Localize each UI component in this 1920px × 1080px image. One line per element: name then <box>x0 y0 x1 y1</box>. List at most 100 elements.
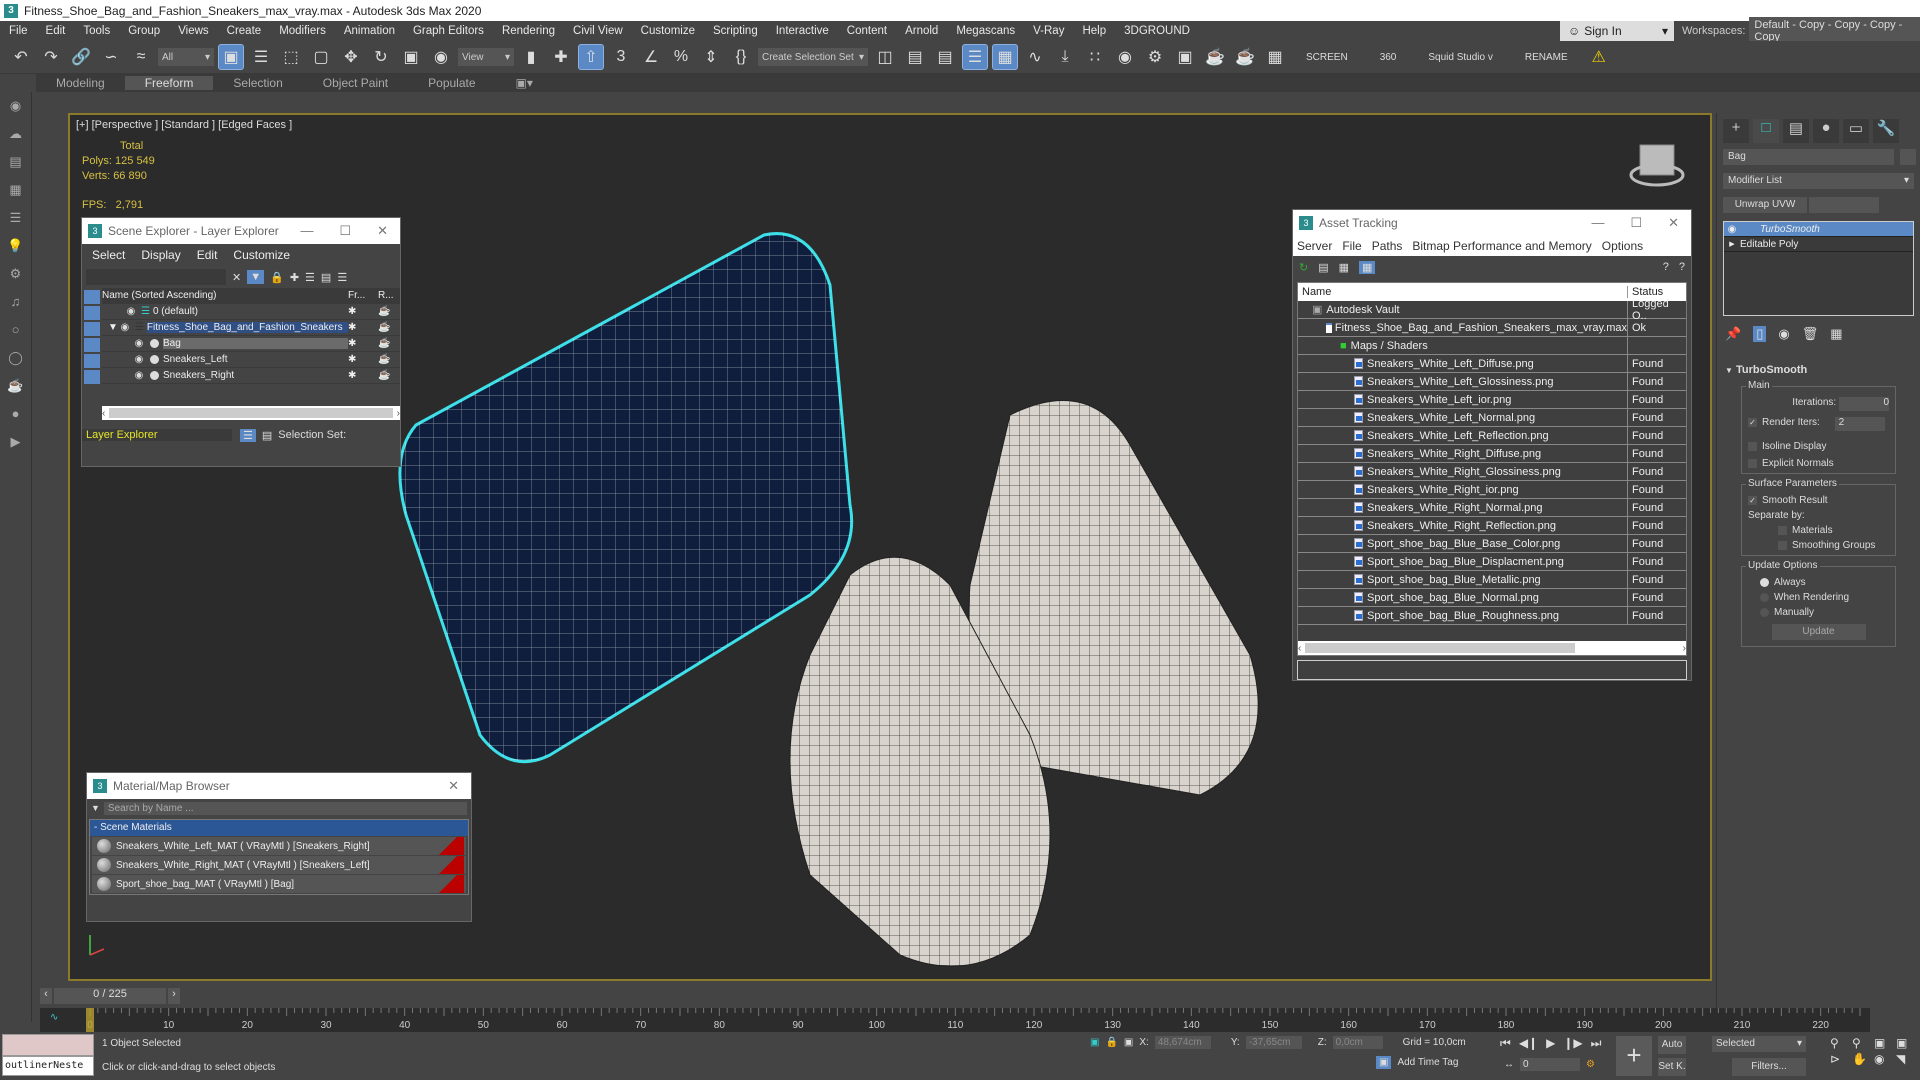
menu-megascans[interactable]: Megascans <box>947 25 1024 37</box>
manually-radio[interactable] <box>1760 607 1769 617</box>
visibility-eye-icon[interactable]: ◉ <box>1724 224 1740 235</box>
teapot-icon[interactable]: ☕ <box>6 378 26 400</box>
utilities-tab-icon[interactable]: 🔧 <box>1873 119 1899 143</box>
asset-row[interactable]: Sport_shoe_bag_Blue_Roughness.png Found <box>1298 607 1686 625</box>
menu-interactive[interactable]: Interactive <box>767 25 838 37</box>
unlink-icon[interactable]: ∽ <box>98 44 124 70</box>
snaps-toggle-icon[interactable]: 3 <box>608 44 634 70</box>
renderable-icon[interactable]: ☕ <box>378 306 400 317</box>
render-production-icon[interactable]: ☕ <box>1202 44 1228 70</box>
renderable-icon[interactable]: ☕ <box>378 322 400 333</box>
freeze-icon[interactable]: ✱ <box>348 354 378 365</box>
iterations-spinner[interactable]: 0 <box>1839 397 1889 411</box>
absolute-mode-icon[interactable]: ▣ <box>1124 1037 1133 1048</box>
lights-icon[interactable]: 💡 <box>6 238 26 260</box>
rename-button[interactable]: RENAME <box>1511 52 1582 63</box>
freeze-icon[interactable]: ✱ <box>348 370 378 381</box>
screen-button[interactable]: SCREEN <box>1292 52 1362 63</box>
object-row[interactable]: ◉ Sneakers_Left ✱ ☕ <box>102 352 400 368</box>
asset-row[interactable]: Sneakers_White_Right_Glossiness.png Found <box>1298 463 1686 481</box>
tab-selection[interactable]: Selection <box>213 76 302 90</box>
close-icon[interactable]: ✕ <box>1668 215 1679 231</box>
play-icon[interactable]: ▶ <box>1546 1036 1555 1051</box>
sphere-icon[interactable]: ● <box>6 406 26 428</box>
asset-row[interactable]: Sneakers_White_Right_Diffuse.png Found <box>1298 445 1686 463</box>
visibility-eye-icon[interactable]: ◉ <box>132 370 146 381</box>
time-slider[interactable]: ‹ 0 / 225 › <box>40 988 1700 1004</box>
explicit-normals-checkbox[interactable] <box>1748 458 1757 468</box>
freeze-icon[interactable]: ✱ <box>348 322 378 333</box>
list-icon[interactable]: ☰ <box>6 210 26 232</box>
toggle-ribbon-icon[interactable]: ▦ <box>992 44 1018 70</box>
curve-editor-icon[interactable]: ∿ <box>1022 44 1048 70</box>
rotate-icon[interactable]: ↻ <box>368 44 394 70</box>
maxscript-input[interactable]: outlinerNeste <box>2 1056 94 1076</box>
maxscript-output[interactable] <box>2 1034 94 1056</box>
close-icon[interactable]: ✕ <box>377 223 388 239</box>
add-time-tag[interactable]: ▣ Add Time Tag <box>1376 1056 1458 1069</box>
asset-row[interactable]: Fitness_Shoe_Bag_and_Fashion_Sneakers_ma… <box>1298 319 1686 337</box>
menu-3dground[interactable]: 3DGROUND <box>1115 25 1199 37</box>
curve-editor-mini-icon[interactable]: ∿ <box>50 1012 58 1023</box>
help-icon[interactable]: ? <box>1663 261 1669 273</box>
create-icon[interactable]: ◉ <box>6 98 26 120</box>
minimize-icon[interactable]: — <box>1591 215 1604 231</box>
material-item[interactable]: Sneakers_White_Right_MAT ( VRayMtl ) [Sn… <box>92 856 466 874</box>
percent-snap-icon[interactable]: % <box>668 44 694 70</box>
next-frame-button[interactable]: › <box>168 988 180 1004</box>
pin-stack-icon[interactable]: 📌 <box>1725 326 1741 342</box>
motion-tab-icon[interactable]: ● <box>1813 119 1839 143</box>
viewport-layout-icon[interactable]: ▦ <box>1262 44 1288 70</box>
render-setup-icon[interactable]: ⚙ <box>1142 44 1168 70</box>
filter-icon[interactable]: ▼ <box>247 270 265 284</box>
renderable-icon[interactable]: ☕ <box>378 338 400 349</box>
modifier-stack-item[interactable]: ◉ TurboSmooth <box>1724 222 1913 237</box>
asset-row[interactable]: Sneakers_White_Right_Normal.png Found <box>1298 499 1686 517</box>
se-horizontal-scrollbar[interactable]: ‹ › <box>102 406 400 420</box>
menu-help[interactable]: Help <box>1073 25 1115 37</box>
hierarchy-icon[interactable]: ▤ <box>321 271 331 284</box>
keyboard-shortcut-override-icon[interactable]: ⇧ <box>578 44 604 70</box>
zoom-extents-all-icon[interactable]: ▣ <box>1896 1036 1916 1050</box>
isolate-icon[interactable]: ○ <box>6 322 26 344</box>
scene-materials-group[interactable]: - Scene Materials <box>90 820 468 836</box>
zoom-all-icon[interactable]: ⚲ <box>1852 1036 1872 1050</box>
smooth-result-checkbox[interactable]: ✓ <box>1748 495 1757 505</box>
layer-icon[interactable]: ▤ <box>6 154 26 176</box>
material-browser-titlebar[interactable]: 3 Material/Map Browser ✕ <box>87 773 471 799</box>
material-editor-icon[interactable]: ◉ <box>1112 44 1138 70</box>
minimize-icon[interactable]: — <box>300 223 313 239</box>
scale-icon[interactable]: ▣ <box>398 44 424 70</box>
layer-row[interactable]: ◉ ☰ 0 (default) ✱ ☕ <box>102 304 400 320</box>
current-frame-field[interactable]: 0 <box>1520 1058 1580 1071</box>
menu-edit[interactable]: Edit <box>37 25 75 37</box>
always-radio[interactable] <box>1760 577 1769 587</box>
menu-animation[interactable]: Animation <box>335 25 404 37</box>
audio-icon[interactable]: ♫ <box>6 294 26 316</box>
turbosmooth-rollout-header[interactable]: ▼ TurboSmooth <box>1717 364 1920 376</box>
when-rendering-radio[interactable] <box>1760 592 1769 602</box>
ribbon-options-icon[interactable]: ▣▾ <box>496 76 553 90</box>
asset-row[interactable]: Sport_shoe_bag_Blue_Normal.png Found <box>1298 589 1686 607</box>
x-coordinate-field[interactable]: 48,674cm <box>1154 1036 1211 1049</box>
asset-row[interactable]: ▣ Autodesk Vault Logged O.. <box>1298 298 1686 322</box>
isolate-selection-icon[interactable]: ▣ <box>1090 1037 1099 1048</box>
modify-tab-icon[interactable]: □ <box>1753 119 1779 143</box>
layers-stack-icon[interactable]: ☰ <box>337 271 347 284</box>
maximize-viewport-icon[interactable]: ◥ <box>1896 1052 1916 1066</box>
table-view-icon[interactable]: ▦ <box>1359 260 1376 274</box>
mirror-icon[interactable]: ◫ <box>872 44 898 70</box>
configure-modifier-sets-icon[interactable]: ▦ <box>1830 326 1842 342</box>
menu-customize[interactable]: Customize <box>632 25 704 37</box>
unwrap-uvw-button[interactable]: Unwrap UVW <box>1723 197 1807 213</box>
spacewarps-filter-icon[interactable] <box>84 370 100 384</box>
object-name-field[interactable]: Bag <box>1723 149 1894 165</box>
menu-views[interactable]: Views <box>169 25 217 37</box>
menu-scripting[interactable]: Scripting <box>704 25 767 37</box>
explorer-icon[interactable]: ▦ <box>6 182 26 204</box>
menu-create[interactable]: Create <box>218 25 271 37</box>
frame-display[interactable]: 0 / 225 <box>54 988 166 1004</box>
material-item[interactable]: Sport_shoe_bag_MAT ( VRayMtl ) [Bag] <box>92 875 466 893</box>
at-menu-options[interactable]: Options <box>1602 239 1643 253</box>
rectangular-selection-icon[interactable]: ⬚ <box>278 44 304 70</box>
